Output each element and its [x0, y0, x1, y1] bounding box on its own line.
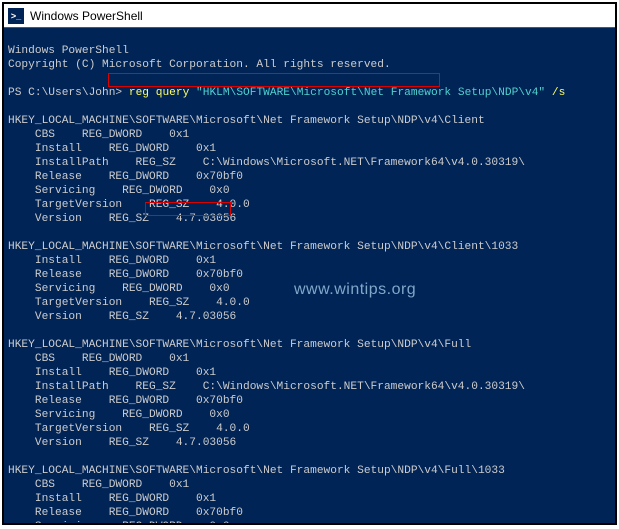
reg-val: Install REG_DWORD 0x1: [8, 255, 216, 267]
reg-val: CBS REG_DWORD 0x1: [8, 479, 189, 491]
reg-val: Servicing REG_DWORD 0x0: [8, 185, 230, 197]
reg-val: TargetVersion REG_SZ 4.0.0: [8, 423, 250, 435]
prompt-1: PS C:\Users\John> reg query "HKLM\SOFTWA…: [8, 87, 565, 99]
highlight-command: [108, 73, 440, 87]
reg-val: Install REG_DWORD 0x1: [8, 143, 216, 155]
reg-val: Release REG_DWORD 0x70bf0: [8, 507, 243, 519]
powershell-icon: >_: [8, 8, 24, 24]
reg-val: TargetVersion REG_SZ 4.0.0: [8, 297, 250, 309]
reg-val: Version REG_SZ 4.7.03056: [8, 311, 236, 323]
window-title: Windows PowerShell: [30, 9, 143, 23]
reg-val: Version REG_SZ 4.7.03056: [8, 213, 236, 225]
terminal-area[interactable]: Windows PowerShell Copyright (C) Microso…: [4, 28, 615, 523]
header-line-2: Copyright (C) Microsoft Corporation. All…: [8, 59, 391, 71]
reg-val: Release REG_DWORD 0x70bf0: [8, 171, 243, 183]
reg-val: CBS REG_DWORD 0x1: [8, 353, 189, 365]
reg-val: Version REG_SZ 4.7.03056: [8, 437, 236, 449]
watermark: www.wintips.org: [294, 283, 416, 297]
reg-val: Install REG_DWORD 0x1: [8, 493, 216, 505]
reg-val: Release REG_DWORD 0x70bf0: [8, 395, 243, 407]
reg-key-2: HKEY_LOCAL_MACHINE\SOFTWARE\Microsoft\Ne…: [8, 339, 471, 351]
reg-val: Release REG_DWORD 0x70bf0: [8, 269, 243, 281]
reg-key-1: HKEY_LOCAL_MACHINE\SOFTWARE\Microsoft\Ne…: [8, 241, 518, 253]
reg-val: TargetVersion REG_SZ 4.0.0: [8, 199, 250, 211]
reg-val: CBS REG_DWORD 0x1: [8, 129, 189, 141]
reg-val: InstallPath REG_SZ C:\Windows\Microsoft.…: [8, 157, 525, 169]
reg-val: Install REG_DWORD 0x1: [8, 367, 216, 379]
reg-val: Servicing REG_DWORD 0x0: [8, 521, 230, 523]
reg-val: InstallPath REG_SZ C:\Windows\Microsoft.…: [8, 381, 525, 393]
reg-key-0: HKEY_LOCAL_MACHINE\SOFTWARE\Microsoft\Ne…: [8, 115, 485, 127]
reg-val: Servicing REG_DWORD 0x0: [8, 283, 230, 295]
window-titlebar[interactable]: >_ Windows PowerShell: [4, 4, 615, 28]
header-line-1: Windows PowerShell: [8, 45, 129, 57]
reg-key-3: HKEY_LOCAL_MACHINE\SOFTWARE\Microsoft\Ne…: [8, 465, 505, 477]
reg-val: Servicing REG_DWORD 0x0: [8, 409, 230, 421]
